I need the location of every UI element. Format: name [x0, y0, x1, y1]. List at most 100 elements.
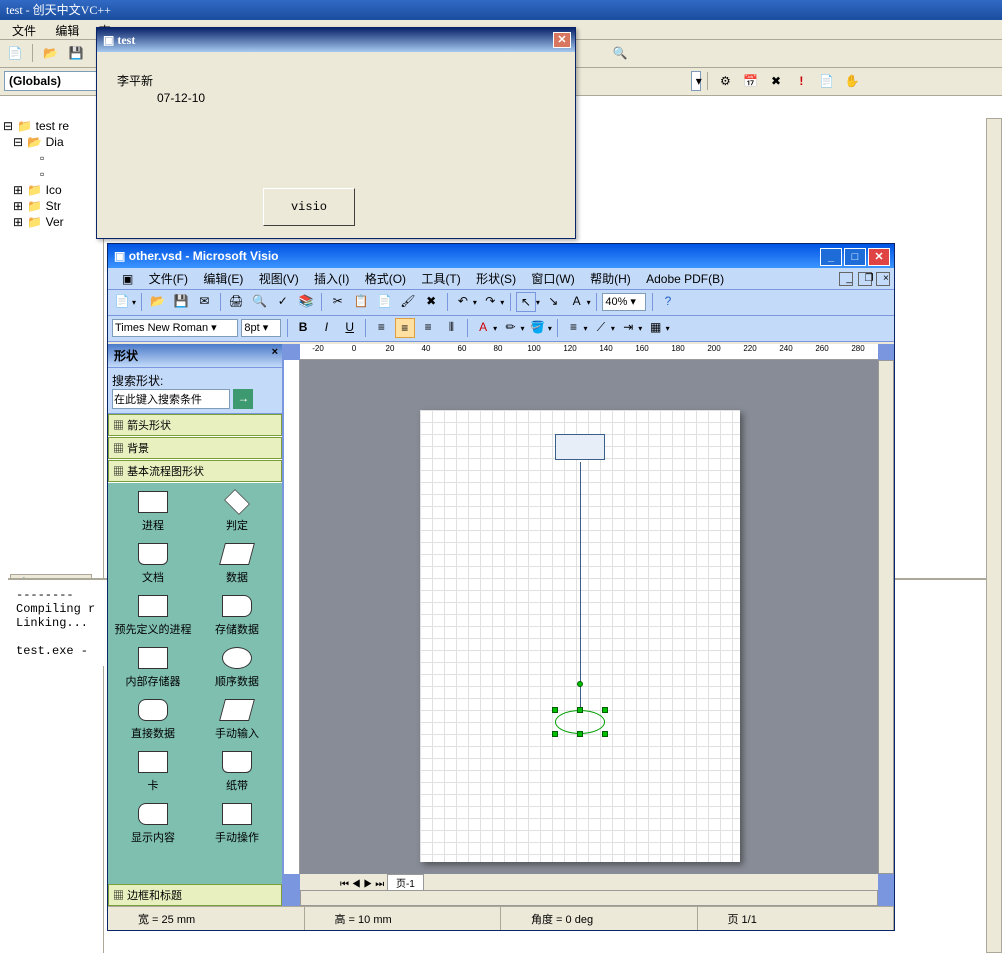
tree-item-dia[interactable]: ⊟ 📂 Dia: [0, 134, 103, 150]
maximize-icon[interactable]: □: [844, 248, 866, 266]
italic-icon[interactable]: I: [316, 318, 336, 338]
nav-prev-icon[interactable]: ◀: [352, 879, 361, 890]
align-right-icon[interactable]: ≡: [418, 318, 438, 338]
pointer-icon[interactable]: ↖: [516, 292, 536, 312]
shape-rectangle-1[interactable]: [555, 434, 605, 460]
exclaim-icon[interactable]: !: [790, 70, 812, 92]
stencil-arrows[interactable]: ▦ 箭头形状: [108, 414, 282, 436]
tree-root[interactable]: ⊟ 📁 test re: [0, 118, 103, 134]
research-icon[interactable]: 📚: [296, 292, 316, 312]
stencil-background[interactable]: ▦ 背景: [108, 437, 282, 459]
redo-icon[interactable]: ↷: [480, 292, 500, 312]
shape-sequential[interactable]: 顺序数据: [196, 643, 278, 693]
minimize-icon[interactable]: _: [820, 248, 842, 266]
find-icon[interactable]: 🔍: [609, 42, 631, 64]
tool-icon-3[interactable]: ✖: [765, 70, 787, 92]
close-icon[interactable]: ✕: [553, 32, 571, 48]
nav-last-icon[interactable]: ⏭: [375, 879, 384, 890]
print-icon[interactable]: 🖨: [226, 292, 246, 312]
help-icon[interactable]: ?: [658, 292, 678, 312]
line-weight-icon[interactable]: ≡: [564, 318, 584, 338]
open-icon[interactable]: 📂: [40, 42, 62, 64]
inner-close-icon[interactable]: ×: [876, 272, 890, 286]
new-icon[interactable]: 📄: [4, 42, 26, 64]
tree-leaf-2[interactable]: ▫: [0, 166, 103, 182]
fill-color-icon[interactable]: 🪣: [528, 318, 548, 338]
spell-icon[interactable]: ✓: [273, 292, 293, 312]
zoom-combo[interactable]: 40% ▾: [602, 293, 646, 311]
tree-item-ver[interactable]: ⊞ 📁 Ver: [0, 214, 103, 230]
shape-stored[interactable]: 存储数据: [196, 591, 278, 641]
tool-icon-4[interactable]: 📄: [816, 70, 838, 92]
shape-document[interactable]: 文档: [112, 539, 194, 589]
underline-icon[interactable]: U: [340, 318, 360, 338]
hand-icon[interactable]: ✋: [841, 70, 863, 92]
shape-process[interactable]: 进程: [112, 487, 194, 537]
scrollbar-horizontal[interactable]: [300, 890, 878, 906]
vmenu-insert[interactable]: 插入(I): [308, 270, 355, 287]
line-ends-icon[interactable]: ⇥: [618, 318, 638, 338]
close-icon[interactable]: ×: [272, 346, 278, 358]
shape-direct[interactable]: 直接数据: [112, 695, 194, 745]
inner-restore-icon[interactable]: ❐: [858, 272, 872, 286]
font-combo[interactable]: Times New Roman ▾: [112, 319, 238, 337]
shape-display[interactable]: 显示内容: [112, 799, 194, 849]
tree-item-ico[interactable]: ⊞ 📁 Ico: [0, 182, 103, 198]
drawing-canvas[interactable]: [300, 360, 878, 874]
close-icon[interactable]: ✕: [868, 248, 890, 266]
visio-button[interactable]: visio: [263, 188, 355, 226]
distribute-icon[interactable]: ⦀: [441, 318, 461, 338]
dialog-title-bar[interactable]: ▣ test ✕: [97, 28, 575, 52]
save-icon[interactable]: 💾: [171, 292, 191, 312]
tool-icon-1[interactable]: ⚙: [714, 70, 736, 92]
align-center-icon[interactable]: ≡: [395, 318, 415, 338]
vmenu-edit[interactable]: 编辑(E): [197, 270, 249, 287]
save-icon[interactable]: 💾: [65, 42, 87, 64]
stencil-borders[interactable]: ▦ 边框和标题: [108, 884, 282, 906]
vmenu-help[interactable]: 帮助(H): [584, 270, 637, 287]
paste-icon[interactable]: 📄: [374, 292, 394, 312]
shape-decision[interactable]: 判定: [196, 487, 278, 537]
line-color-icon[interactable]: ✏: [500, 318, 520, 338]
format-icon[interactable]: ▦: [646, 318, 666, 338]
page-tab-1[interactable]: 页-1: [387, 874, 424, 891]
vmenu-view[interactable]: 视图(V): [253, 270, 305, 287]
combo-2[interactable]: ▾: [691, 71, 701, 91]
delete-icon[interactable]: ✖: [421, 292, 441, 312]
menu-file[interactable]: 文件: [4, 20, 44, 41]
mail-icon[interactable]: ✉: [194, 292, 214, 312]
vmenu-window[interactable]: 窗口(W): [525, 270, 580, 287]
scrollbar-vertical[interactable]: [986, 118, 1002, 953]
shape-ellipse-selected[interactable]: [555, 710, 605, 734]
search-go-icon[interactable]: →: [233, 389, 253, 409]
menu-edit[interactable]: 编辑: [47, 20, 87, 41]
undo-icon[interactable]: ↶: [453, 292, 473, 312]
inner-minimize-icon[interactable]: _: [839, 272, 853, 286]
connector-1[interactable]: [580, 462, 581, 710]
new-icon[interactable]: 📄: [112, 292, 132, 312]
format-painter-icon[interactable]: 🖌: [398, 292, 418, 312]
scrollbar-vertical[interactable]: [878, 360, 894, 874]
shape-card[interactable]: 卡: [112, 747, 194, 797]
text-icon[interactable]: A: [567, 292, 587, 312]
vmenu-tools[interactable]: 工具(T): [415, 270, 466, 287]
nav-first-icon[interactable]: ⏮: [340, 879, 349, 890]
shape-manual-input[interactable]: 手动输入: [196, 695, 278, 745]
shape-manual-op[interactable]: 手动操作: [196, 799, 278, 849]
align-left-icon[interactable]: ≡: [371, 318, 391, 338]
search-input[interactable]: [112, 389, 230, 409]
vmenu-pdf[interactable]: Adobe PDF(B): [640, 272, 730, 286]
bold-icon[interactable]: B: [293, 318, 313, 338]
visio-title-bar[interactable]: ▣ other.vsd - Microsoft Visio _ □ ✕: [108, 244, 894, 268]
fontsize-combo[interactable]: 8pt ▾: [241, 319, 281, 337]
drawing-page[interactable]: [420, 410, 740, 862]
preview-icon[interactable]: 🔍: [249, 292, 269, 312]
copy-icon[interactable]: 📋: [351, 292, 371, 312]
line-pattern-icon[interactable]: ⟋: [591, 318, 611, 338]
nav-next-icon[interactable]: ▶: [363, 879, 372, 890]
shape-internal[interactable]: 内部存储器: [112, 643, 194, 693]
font-color-icon[interactable]: A: [473, 318, 493, 338]
tree-leaf-1[interactable]: ▫: [0, 150, 103, 166]
connector-icon[interactable]: ↘: [543, 292, 563, 312]
vmenu-file[interactable]: 文件(F): [143, 270, 194, 287]
